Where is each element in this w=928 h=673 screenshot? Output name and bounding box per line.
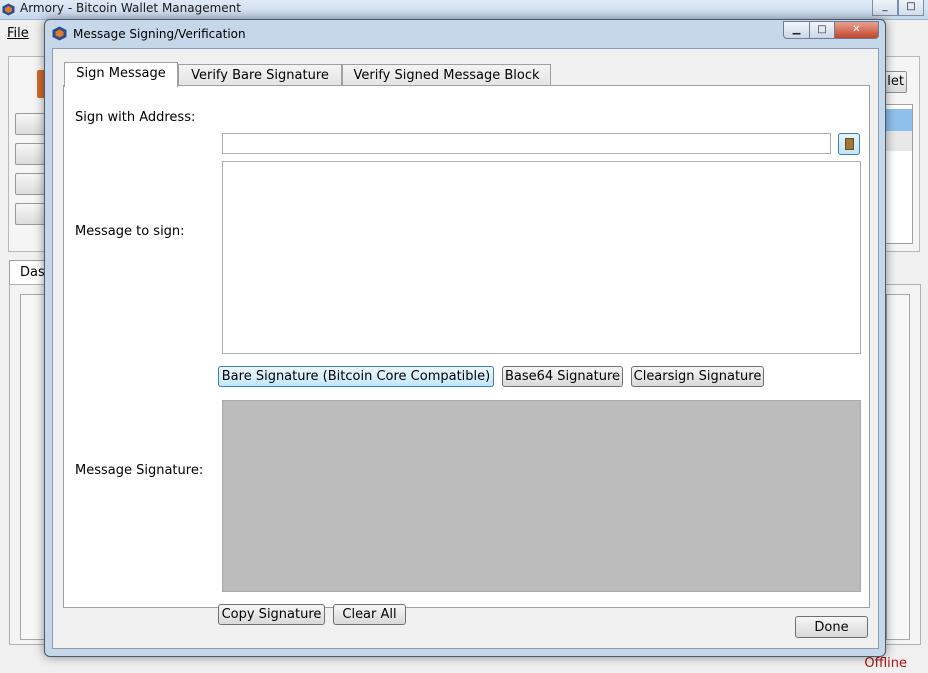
minimize-icon: ▁ — [792, 24, 801, 35]
armory-logo-icon — [2, 3, 15, 16]
menu-file[interactable]: File — [7, 26, 29, 41]
minimize-button[interactable]: ▁ — [783, 21, 810, 39]
side-button[interactable] — [15, 143, 47, 165]
close-button[interactable]: ✕ — [835, 21, 879, 39]
done-button[interactable]: Done — [795, 616, 868, 638]
message-signature-label: Message Signature: — [75, 463, 204, 478]
status-offline: Offline — [864, 656, 907, 671]
dialog-title: Message Signing/Verification — [73, 27, 246, 41]
main-maximize-button[interactable]: □ — [898, 0, 924, 16]
clear-all-button[interactable]: Clear All — [333, 604, 406, 625]
tab-dashboard[interactable]: Das — [9, 260, 49, 285]
close-icon: ✕ — [852, 24, 861, 35]
maximize-button[interactable]: □ — [810, 21, 835, 39]
dialog-client-area: Sign Message Verify Bare Signature Verif… — [52, 48, 879, 649]
tab-verify-signed-message-block[interactable]: Verify Signed Message Block — [342, 64, 551, 86]
bare-signature-button[interactable]: Bare Signature (Bitcoin Core Compatible) — [218, 366, 494, 387]
maximize-icon: □ — [817, 24, 827, 35]
sign-message-page: Sign with Address: Message to sign: Bare… — [63, 85, 870, 625]
address-book-button[interactable] — [838, 133, 860, 155]
message-to-sign-input[interactable] — [222, 161, 861, 354]
message-to-sign-label: Message to sign: — [75, 224, 185, 239]
side-button[interactable] — [15, 203, 47, 225]
address-book-icon — [845, 138, 854, 150]
main-title-bar: Armory - Bitcoin Wallet Management _ □ — [0, 0, 928, 20]
sign-address-input[interactable] — [222, 133, 831, 154]
main-minimize-button[interactable]: _ — [872, 0, 898, 16]
main-window-controls: _ □ — [872, 0, 924, 16]
dialog-window-controls: ▁ □ ✕ — [783, 21, 879, 39]
dashboard-inner-frame — [886, 294, 910, 640]
sign-address-label: Sign with Address: — [75, 110, 196, 125]
message-signature-output[interactable] — [222, 400, 861, 592]
copy-signature-button[interactable]: Copy Signature — [218, 604, 325, 625]
side-button[interactable] — [15, 113, 47, 135]
message-signing-dialog: Message Signing/Verification ▁ □ ✕ Sign … — [44, 19, 886, 657]
base64-signature-button[interactable]: Base64 Signature — [502, 366, 623, 387]
side-button[interactable] — [15, 173, 47, 195]
tab-sign-message[interactable]: Sign Message — [64, 62, 178, 87]
dialog-title-bar[interactable]: Message Signing/Verification ▁ □ ✕ — [45, 20, 885, 48]
armory-logo-icon — [52, 26, 67, 41]
clearsign-signature-button[interactable]: Clearsign Signature — [631, 366, 764, 387]
tab-verify-bare-signature[interactable]: Verify Bare Signature — [178, 64, 342, 86]
main-window-title: Armory - Bitcoin Wallet Management — [20, 1, 241, 15]
